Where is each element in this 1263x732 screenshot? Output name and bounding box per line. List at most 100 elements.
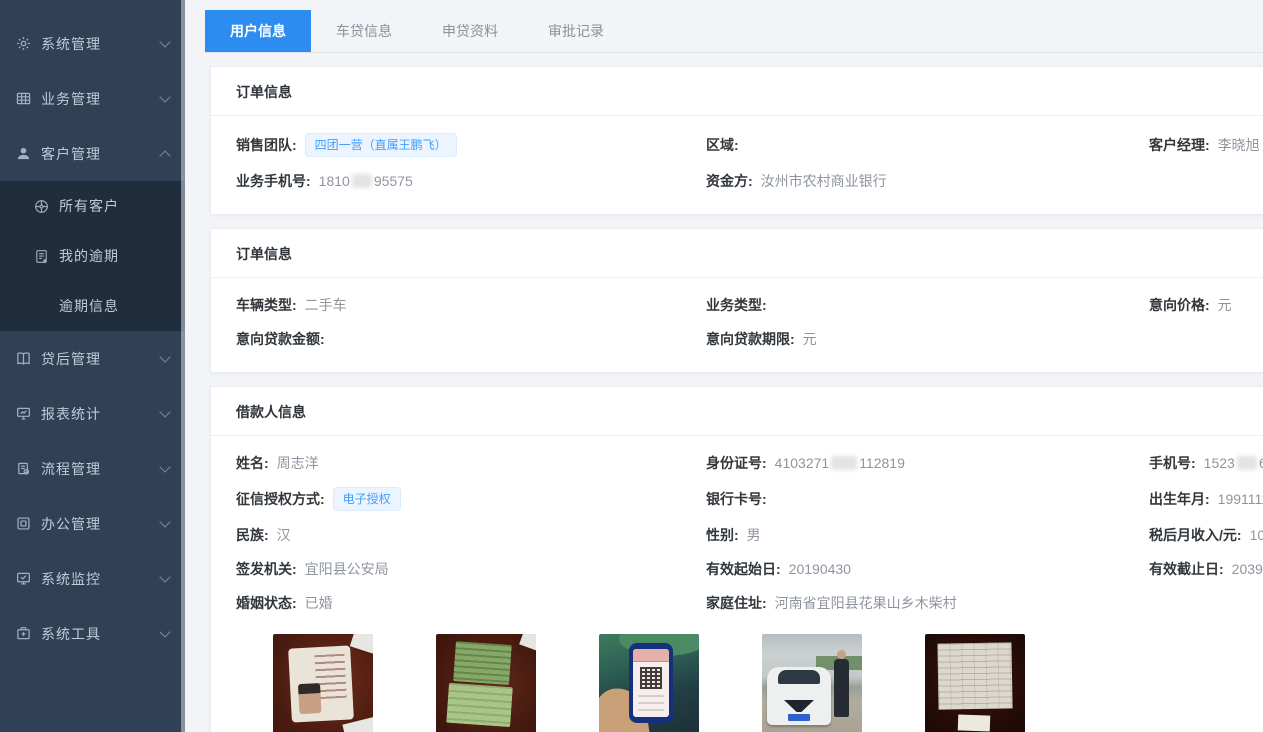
field-label: 区域: [706, 135, 739, 155]
photo-block: 人车合影 [762, 634, 862, 732]
id-card-photo[interactable] [273, 634, 373, 732]
sidebar-item-customer-management[interactable]: 客户管理 [0, 126, 185, 181]
field-value: 宜阳县公安局 [305, 559, 389, 579]
sidebar: 系统管理 业务管理 客户管理 所有客户 [0, 0, 185, 732]
field-label: 签发机关: [236, 559, 297, 579]
photo-block: 其他资料 [925, 634, 1025, 732]
main-content: 用户信息 车贷信息 申贷资料 审批记录 订单信息 销售团队: 四团一营（直属王鹏… [185, 0, 1263, 732]
card-title: 订单信息 [211, 67, 1263, 116]
field-label: 客户经理: [1149, 135, 1210, 155]
sidebar-item-post-loan-management[interactable]: 贷后管理 [0, 331, 185, 386]
monitor-icon [15, 406, 31, 422]
field-value-suffix: 6137 [1259, 455, 1263, 471]
field-marital-status: 婚姻状态: 已婚 [236, 593, 706, 613]
field-label: 民族: [236, 525, 269, 545]
field-value: 河南省宜阳县花果山乡木柴村 [775, 593, 957, 613]
order-vehicle-card: 订单信息 车辆类型: 二手车 业务类型: 意向价格: 元 [210, 228, 1263, 373]
field-value: 已婚 [305, 593, 333, 613]
field-business-phone: 业务手机号: 1810 95575 [236, 171, 706, 191]
tab-loan-application-docs[interactable]: 申贷资料 [417, 10, 523, 52]
person-graphic [834, 659, 849, 717]
phone-graphic [629, 643, 673, 723]
field-mobile-phone: 手机号: 1523 6137 [1149, 453, 1263, 473]
card-body: 车辆类型: 二手车 业务类型: 意向价格: 元 意向贷款金额: [211, 278, 1263, 372]
field-label: 业务类型: [706, 295, 767, 315]
sidebar-item-system-management[interactable]: 系统管理 [0, 16, 185, 71]
document-photo[interactable] [925, 634, 1025, 732]
sidebar-item-label: 客户管理 [41, 144, 101, 164]
field-value: 10000 [1250, 527, 1263, 543]
customer-submenu: 所有客户 我的逾期 逾期信息 [0, 181, 185, 331]
sidebar-item-my-overdue[interactable]: 我的逾期 [0, 231, 185, 281]
tab-approval-records[interactable]: 审批记录 [523, 10, 629, 52]
document-paper-graphic [937, 642, 1012, 709]
borrower-info-card: 借款人信息 姓名: 周志洋 身份证号: 4103271 112819 手机号: [210, 386, 1263, 732]
field-region: 区域: [706, 135, 1149, 155]
field-business-type: 业务类型: [706, 295, 1149, 315]
photo-block: 本人照 [273, 634, 373, 732]
field-intended-price: 意向价格: 元 [1149, 295, 1263, 315]
toolbox-icon [15, 626, 31, 642]
sidebar-item-label: 系统管理 [41, 34, 101, 54]
field-value: 汝州市农村商业银行 [761, 171, 887, 191]
sidebar-item-overdue-info[interactable]: 逾期信息 [0, 281, 185, 331]
field-label: 身份证号: [706, 453, 767, 473]
field-label: 销售团队: [236, 135, 297, 155]
chevron-down-icon [159, 36, 170, 47]
paper-scrap [519, 634, 536, 654]
field-account-manager: 客户经理: 李晓旭 [1149, 135, 1263, 155]
field-gender: 性别: 男 [706, 525, 1149, 545]
clients-icon [33, 198, 49, 214]
field-value: 男 [747, 525, 761, 545]
auth-qr-code-photo[interactable] [599, 634, 699, 732]
card-body: 销售团队: 四团一营（直属王鹏飞） 区域: 客户经理: 李晓旭 业务手机号: [211, 116, 1263, 214]
paper-slip-graphic [958, 714, 991, 731]
field-valid-from: 有效起始日: 20190430 [706, 559, 1149, 579]
sidebar-item-label: 贷后管理 [41, 349, 101, 369]
sidebar-item-system-tools[interactable]: 系统工具 [0, 606, 185, 661]
chevron-down-icon [159, 91, 170, 102]
field-sales-team: 销售团队: 四团一营（直属王鹏飞） [236, 133, 706, 157]
tab-user-info[interactable]: 用户信息 [205, 10, 311, 52]
card-title: 订单信息 [211, 229, 1263, 278]
sales-team-tag[interactable]: 四团一营（直属王鹏飞） [305, 133, 457, 157]
book-icon [15, 351, 31, 367]
field-bank-card-number: 银行卡号: [706, 489, 1149, 509]
field-row: 业务手机号: 1810 95575 资金方: 汝州市农村商业银行 [236, 164, 1263, 198]
sidebar-item-label: 所有客户 [59, 196, 119, 216]
sidebar-item-label: 业务管理 [41, 89, 101, 109]
tab-car-loan-info[interactable]: 车贷信息 [311, 10, 417, 52]
field-label: 意向贷款金额: [236, 329, 325, 349]
field-funder: 资金方: 汝州市农村商业银行 [706, 171, 1149, 191]
masked-digits [352, 174, 372, 188]
sidebar-item-label: 逾期信息 [59, 296, 119, 316]
photo-block: 授权码照片 [599, 634, 699, 732]
field-value-prefix: 1810 [319, 173, 350, 189]
electronic-auth-tag[interactable]: 电子授权 [333, 487, 401, 511]
sidebar-item-label: 报表统计 [41, 404, 101, 424]
sidebar-item-all-customers[interactable]: 所有客户 [0, 181, 185, 231]
sidebar-item-office-management[interactable]: 办公管理 [0, 496, 185, 551]
sidebar-item-system-monitor[interactable]: 系统监控 [0, 551, 185, 606]
car-graphic [767, 667, 831, 725]
field-label: 有效起始日: [706, 559, 781, 579]
sidebar-item-label: 办公管理 [41, 514, 101, 534]
detail-tabs: 用户信息 车贷信息 申贷资料 审批记录 [205, 10, 1263, 53]
field-value-prefix: 4103271 [775, 455, 830, 471]
card-title: 借款人信息 [211, 387, 1263, 436]
field-row: 民族: 汉 性别: 男 税后月收入/元: 10000 [236, 518, 1263, 552]
field-value-suffix: 112819 [859, 455, 905, 471]
photo-thumbnails: 本人照 驾驶证照片 [273, 634, 1263, 732]
field-label: 车辆类型: [236, 295, 297, 315]
chevron-down-icon [159, 351, 170, 362]
field-monthly-income: 税后月收入/元: 10000 [1149, 525, 1263, 545]
sidebar-item-process-management[interactable]: 流程管理 [0, 441, 185, 496]
qr-code-graphic [640, 667, 662, 689]
driver-license-photo[interactable] [436, 634, 536, 732]
field-label: 意向价格: [1149, 295, 1210, 315]
field-birth-date: 出生年月: 19911111 [1149, 489, 1263, 509]
person-with-car-photo[interactable] [762, 634, 862, 732]
sidebar-item-business-management[interactable]: 业务管理 [0, 71, 185, 126]
chevron-up-icon [159, 150, 170, 161]
sidebar-item-report-statistics[interactable]: 报表统计 [0, 386, 185, 441]
